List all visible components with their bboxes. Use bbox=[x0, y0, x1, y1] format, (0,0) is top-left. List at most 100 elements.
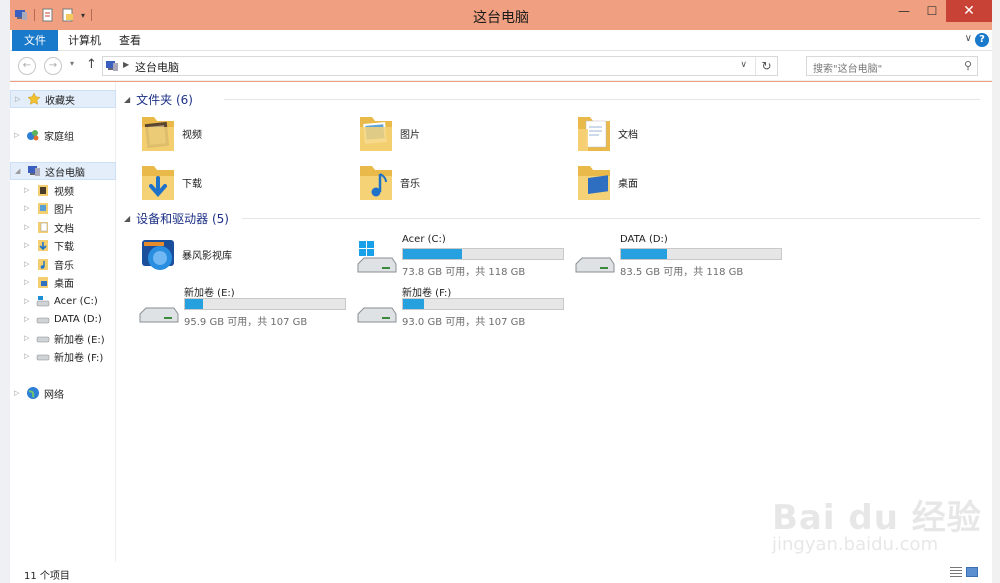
drive-usage-fill bbox=[403, 249, 463, 259]
nav-label: 新加卷 (E:) bbox=[54, 334, 105, 346]
nav-label: Acer (C:) bbox=[54, 295, 98, 307]
folders-group-header[interactable]: ◢ 文件夹 (6) bbox=[124, 90, 980, 108]
media-library-icon bbox=[142, 240, 174, 270]
drive-tile-e[interactable]: 新加卷 (E:) 95.9 GB 可用，共 107 GB bbox=[138, 284, 350, 332]
nav-label: 新加卷 (F:) bbox=[54, 352, 104, 364]
nav-item-downloads[interactable]: ▷ 下载 bbox=[10, 236, 116, 254]
collapse-chevron-icon[interactable]: ◢ bbox=[15, 167, 23, 175]
nav-item-drive-e[interactable]: ▷ 新加卷 (E:) bbox=[10, 329, 116, 347]
expand-ribbon-icon[interactable]: ∨ bbox=[965, 33, 972, 44]
folder-tile-desktop[interactable]: 桌面 bbox=[574, 159, 638, 205]
folder-label: 文档 bbox=[618, 129, 638, 141]
tab-file[interactable]: 文件 bbox=[12, 30, 58, 51]
title-bar: ▾ 这台电脑 — ☐ ✕ bbox=[10, 0, 992, 31]
view-switcher bbox=[950, 567, 978, 577]
breadcrumb-arrow-icon[interactable]: ▶ bbox=[123, 60, 129, 69]
breadcrumb[interactable]: 这台电脑 bbox=[135, 59, 179, 75]
search-icon[interactable]: ⚲ bbox=[964, 59, 972, 72]
nav-item-desktop[interactable]: ▷ 桌面 bbox=[10, 273, 116, 291]
tab-computer[interactable]: 计算机 bbox=[68, 30, 101, 51]
expand-chevron-icon[interactable]: ▷ bbox=[24, 297, 32, 305]
expand-chevron-icon[interactable]: ▷ bbox=[24, 315, 32, 323]
nav-label: 音乐 bbox=[54, 260, 74, 272]
collapse-group-icon[interactable]: ◢ bbox=[124, 214, 130, 223]
drive-usage-bar bbox=[620, 248, 782, 260]
expand-chevron-icon[interactable]: ▷ bbox=[24, 278, 32, 286]
computer-icon bbox=[28, 166, 40, 176]
expand-chevron-icon[interactable]: ▷ bbox=[24, 186, 32, 194]
expand-chevron-icon[interactable]: ▷ bbox=[24, 204, 32, 212]
nav-item-homegroup[interactable]: ▷ 家庭组 bbox=[10, 126, 116, 144]
drive-free-space: 83.5 GB 可用，共 118 GB bbox=[620, 267, 744, 278]
system-drive-icon bbox=[357, 241, 397, 273]
explorer-window: ▾ 这台电脑 — ☐ ✕ 文件 计算机 查看 ∨ ? ← → ▾ ↑ ▶ 这台电… bbox=[10, 0, 992, 583]
nav-label: DATA (D:) bbox=[54, 313, 102, 325]
expand-chevron-icon[interactable]: ▷ bbox=[15, 95, 23, 103]
nav-item-pictures[interactable]: ▷ 图片 bbox=[10, 199, 116, 217]
expand-chevron-icon[interactable]: ▷ bbox=[24, 241, 32, 249]
documents-folder-icon bbox=[38, 222, 48, 233]
hard-drive-icon bbox=[36, 354, 50, 361]
collapse-group-icon[interactable]: ◢ bbox=[124, 95, 130, 104]
address-bar[interactable]: ▶ 这台电脑 ∨ ↻ bbox=[102, 56, 778, 76]
drive-usage-bar bbox=[184, 298, 346, 310]
drive-usage-fill bbox=[185, 299, 203, 309]
expand-chevron-icon[interactable]: ▷ bbox=[14, 131, 22, 139]
nav-item-videos[interactable]: ▷ 视频 bbox=[10, 181, 116, 199]
nav-item-favorites[interactable]: ▷ 收藏夹 bbox=[10, 90, 116, 108]
desktop-edge-left bbox=[0, 0, 10, 583]
maximize-button[interactable]: ☐ bbox=[918, 0, 946, 22]
expand-chevron-icon[interactable]: ▷ bbox=[24, 223, 32, 231]
downloads-folder-icon bbox=[38, 240, 48, 251]
folder-tile-music[interactable]: 音乐 bbox=[356, 159, 420, 205]
folder-tile-documents[interactable]: 文档 bbox=[574, 110, 638, 156]
homegroup-icon bbox=[27, 130, 39, 141]
details-view-icon[interactable] bbox=[950, 567, 962, 577]
item-count: 11 个项目 bbox=[24, 571, 70, 582]
nav-item-music[interactable]: ▷ 音乐 bbox=[10, 255, 116, 273]
desktop-folder-icon bbox=[578, 166, 610, 200]
drive-name: Acer (C:) bbox=[402, 234, 446, 245]
device-label: 暴风影视库 bbox=[182, 250, 232, 262]
up-button[interactable]: ↑ bbox=[86, 57, 97, 72]
nav-item-drive-d[interactable]: ▷ DATA (D:) bbox=[10, 310, 116, 328]
recent-locations-icon[interactable]: ▾ bbox=[70, 59, 74, 68]
expand-chevron-icon[interactable]: ▷ bbox=[14, 389, 22, 397]
tab-view[interactable]: 查看 bbox=[119, 30, 141, 51]
drive-free-space: 73.8 GB 可用，共 118 GB bbox=[402, 267, 526, 278]
group-divider bbox=[242, 218, 980, 219]
expand-chevron-icon[interactable]: ▷ bbox=[24, 334, 32, 342]
forward-button[interactable]: → bbox=[44, 57, 62, 75]
expand-chevron-icon[interactable]: ▷ bbox=[24, 352, 32, 360]
large-icons-view-icon[interactable] bbox=[966, 567, 978, 577]
nav-label: 网络 bbox=[44, 389, 64, 401]
expand-chevron-icon[interactable]: ▷ bbox=[24, 260, 32, 268]
ribbon-tabs: 文件 计算机 查看 ∨ ? bbox=[10, 30, 992, 51]
minimize-button[interactable]: — bbox=[890, 0, 918, 22]
back-button[interactable]: ← bbox=[18, 57, 36, 75]
folder-tile-pictures[interactable]: 图片 bbox=[356, 110, 420, 156]
nav-item-this-pc[interactable]: ◢ 这台电脑 bbox=[10, 162, 116, 180]
refresh-button[interactable]: ↻ bbox=[755, 57, 777, 75]
devices-group-header[interactable]: ◢ 设备和驱动器 (5) bbox=[124, 209, 980, 227]
close-button[interactable]: ✕ bbox=[946, 0, 992, 22]
drive-tile-c[interactable]: Acer (C:) 73.8 GB 可用，共 118 GB bbox=[356, 234, 568, 282]
nav-label: 桌面 bbox=[54, 278, 74, 290]
search-placeholder: 搜索"这台电脑" bbox=[813, 64, 883, 75]
folder-tile-videos[interactable]: 视频 bbox=[138, 110, 202, 156]
nav-item-network[interactable]: ▷ 网络 bbox=[10, 384, 116, 402]
folder-tile-downloads[interactable]: 下载 bbox=[138, 159, 202, 205]
folder-label: 视频 bbox=[182, 129, 202, 141]
nav-label: 这台电脑 bbox=[45, 167, 85, 179]
search-input[interactable]: 搜索"这台电脑" ⚲ bbox=[806, 56, 978, 76]
drive-usage-bar bbox=[402, 298, 564, 310]
drive-tile-d[interactable]: DATA (D:) 83.5 GB 可用，共 118 GB bbox=[574, 234, 786, 282]
drive-tile-f[interactable]: 新加卷 (F:) 93.0 GB 可用，共 107 GB bbox=[356, 284, 568, 332]
address-dropdown-icon[interactable]: ∨ bbox=[740, 60, 747, 70]
device-tile-baofeng[interactable]: 暴风影视库 bbox=[138, 231, 232, 277]
nav-item-drive-f[interactable]: ▷ 新加卷 (F:) bbox=[10, 347, 116, 365]
nav-item-documents[interactable]: ▷ 文档 bbox=[10, 218, 116, 236]
group-divider bbox=[224, 99, 980, 100]
help-icon[interactable]: ? bbox=[975, 33, 989, 47]
nav-item-drive-c[interactable]: ▷ Acer (C:) bbox=[10, 292, 116, 310]
